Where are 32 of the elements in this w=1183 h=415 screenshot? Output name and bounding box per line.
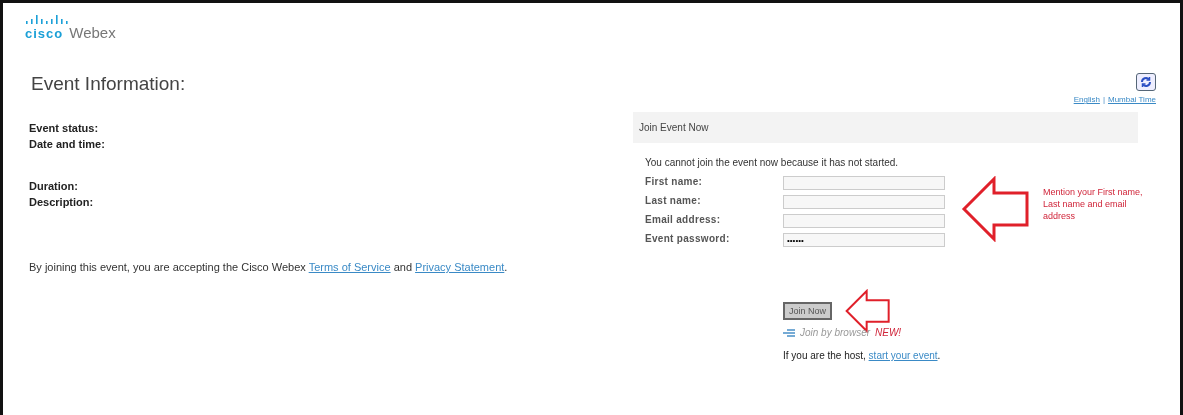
terms-link[interactable]: Terms of Service <box>308 261 391 273</box>
language-link[interactable]: English <box>1073 95 1100 104</box>
refresh-icon <box>1140 76 1152 88</box>
arrow-annotation-icon <box>961 176 1031 242</box>
lines-icon <box>783 328 795 337</box>
page-title: Event Information: <box>31 73 186 95</box>
host-text: If you are the host, start your event. <box>783 350 942 361</box>
browser-link[interactable]: Join by browser <box>800 327 871 338</box>
input-field[interactable] <box>783 214 945 228</box>
product-name: Webex <box>69 24 116 41</box>
cisco-logo-icon <box>25 15 69 24</box>
notice-text: You cannot join the event now because it has not started. <box>645 157 900 168</box>
field-label: Duration: <box>29 180 79 194</box>
input-field[interactable]: •••••• <box>783 233 945 247</box>
panel-header: Join Event Now <box>633 112 1138 143</box>
form-label: Last name: <box>645 195 702 208</box>
form-label: First name: <box>645 176 704 189</box>
field-label: Description: <box>29 196 95 210</box>
form-label: Event password: <box>645 233 731 246</box>
input-field[interactable] <box>783 195 945 209</box>
annotation-text: Mention your First name, Last name and email address <box>1043 186 1144 222</box>
start-event-link[interactable]: start your event <box>868 350 938 361</box>
form-label: Email address: <box>645 214 722 227</box>
terms-text: By joining this event, you are accepting the Cisco Webex Terms of Service and Privacy Statement. <box>29 262 509 273</box>
field-label: Event status: <box>29 122 100 136</box>
field-label: Date and time: <box>29 138 106 152</box>
refresh-button[interactable] <box>1136 73 1156 91</box>
link-separator: | <box>1102 95 1105 104</box>
timezone-link[interactable]: Mumbai Time <box>1108 95 1156 104</box>
logo-wordmark: cisco <box>25 27 64 41</box>
input-field[interactable] <box>783 176 945 190</box>
new-label: NEW! <box>875 327 902 338</box>
